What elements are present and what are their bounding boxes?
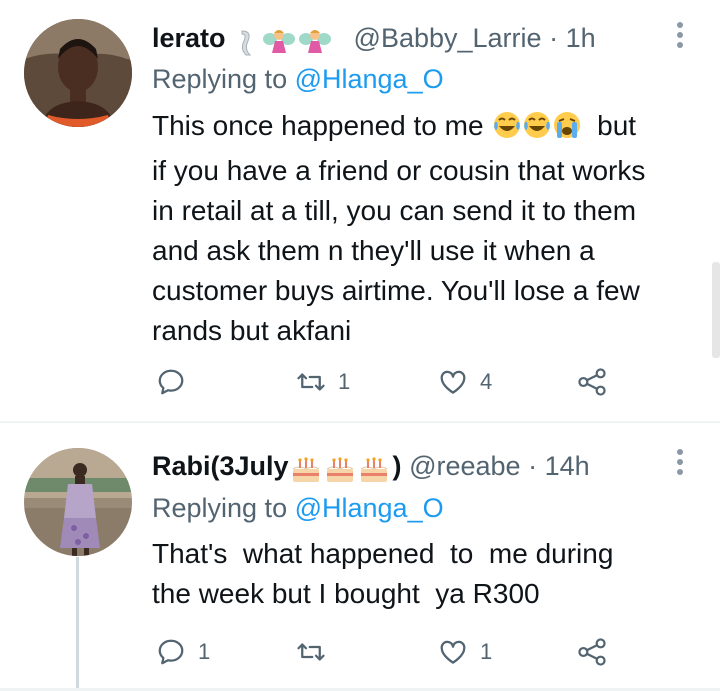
- tweet-actions: 1 1: [152, 632, 632, 672]
- tweet-header: lerato @Babby_Larrie · 1h: [152, 18, 596, 58]
- mention-link[interactable]: @Hlanga_O: [295, 64, 444, 94]
- name-emojis: [291, 448, 391, 488]
- heart-icon: [440, 640, 466, 664]
- timestamp[interactable]: 14h: [545, 451, 590, 481]
- tweet-text: That's what happened to me during the we…: [152, 534, 708, 614]
- scrollbar[interactable]: [712, 262, 720, 358]
- tweet-2[interactable]: Rabi(3July) @reeabe · 14h Replying to @…: [0, 423, 720, 691]
- tweet-header: Rabi(3July) @reeabe · 14h: [152, 446, 590, 486]
- share-icon: [578, 638, 606, 666]
- mention-link[interactable]: @Hlanga_O: [295, 493, 444, 523]
- replying-to: Replying to @Hlanga_O: [152, 489, 444, 527]
- share-icon: [578, 368, 606, 396]
- birthday-cake-emoji: [292, 457, 319, 482]
- reply-icon: [158, 369, 184, 395]
- handle[interactable]: @Babby_Larrie: [354, 23, 542, 53]
- heart-icon: [440, 370, 466, 394]
- replying-to-label: Replying to: [152, 493, 295, 523]
- separator-dot: ·: [528, 451, 538, 481]
- ribbon-emoji: [241, 30, 251, 56]
- like-count: 1: [480, 639, 493, 664]
- like-button[interactable]: 4: [438, 362, 492, 402]
- name-emojis: [230, 20, 350, 60]
- avatar[interactable]: [24, 448, 132, 556]
- tweet-actions: 1 4: [152, 362, 632, 402]
- tweet-text-line: That's what happened to me during: [152, 538, 614, 569]
- retweet-count: 1: [338, 369, 351, 394]
- replying-to: Replying to @Hlanga_O: [152, 60, 444, 98]
- tweet-text: This once happened to me but if you have…: [152, 106, 708, 351]
- tweet-text-line: the week but I bought ya R300: [152, 578, 540, 609]
- thread-line: [76, 557, 79, 691]
- more-options-icon[interactable]: [676, 22, 684, 52]
- share-button[interactable]: [576, 632, 608, 672]
- tweet-text-line: if you have a friend or cousin that work…: [152, 155, 646, 186]
- handle[interactable]: @reeabe: [409, 451, 520, 481]
- tweet-1[interactable]: lerato @Babby_Larrie · 1h Replying to @H…: [0, 0, 720, 421]
- tweet-text-line: rands but akfani: [152, 315, 352, 346]
- reply-count: 1: [198, 639, 211, 664]
- reply-button[interactable]: 1: [156, 632, 210, 672]
- birthday-cake-emoji: [326, 457, 353, 482]
- separator-dot: ·: [549, 23, 559, 53]
- fairy-emoji: [298, 29, 331, 53]
- retweet-button[interactable]: [296, 632, 338, 672]
- timestamp[interactable]: 1h: [566, 23, 596, 53]
- reply-button[interactable]: [156, 362, 198, 402]
- avatar[interactable]: [24, 19, 132, 127]
- tweet-text-line: This once happened to me but: [152, 106, 708, 151]
- laughing-tears-emoji: [494, 112, 521, 138]
- display-name[interactable]: Rabi(3July): [152, 451, 402, 482]
- tweet-text-line: and ask them n they'll use it when a: [152, 235, 595, 266]
- replying-to-label: Replying to: [152, 64, 295, 94]
- tweet-text-line: in retail at a till, you can send it to …: [152, 195, 637, 226]
- retweet-icon: [297, 643, 325, 661]
- like-button[interactable]: 1: [438, 632, 492, 672]
- reply-icon: [158, 639, 184, 665]
- retweet-icon: [297, 373, 325, 391]
- like-count: 4: [480, 369, 493, 394]
- inline-emojis: [493, 110, 589, 151]
- more-options-icon[interactable]: [676, 449, 684, 479]
- birthday-cake-emoji: [360, 457, 387, 482]
- share-button[interactable]: [576, 362, 608, 402]
- display-name[interactable]: lerato: [152, 23, 226, 53]
- retweet-button[interactable]: 1: [296, 362, 350, 402]
- crying-emoji: [554, 112, 581, 138]
- laughing-tears-emoji: [524, 112, 551, 138]
- tweet-text-line: customer buys airtime. You'll lose a few: [152, 275, 640, 306]
- fairy-emoji: [262, 29, 295, 53]
